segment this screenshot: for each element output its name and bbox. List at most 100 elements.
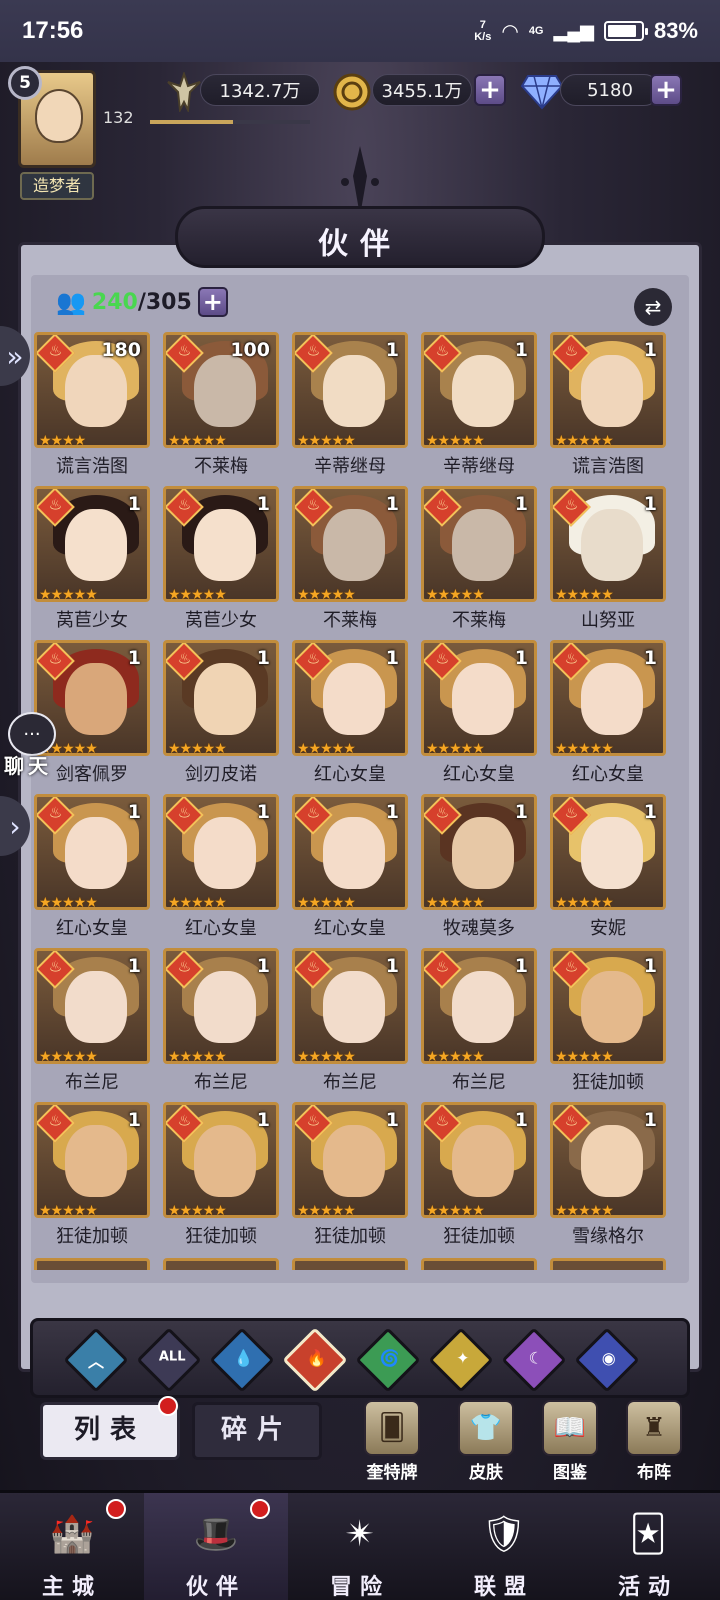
status-icons: 7 K/s ◠ 4G ▂▄▆ 83% <box>474 18 698 44</box>
nav-label: 伙伴 <box>185 1575 246 1600</box>
portrait-face <box>581 509 643 581</box>
network-type: 4G <box>528 25 544 37</box>
partner-card[interactable]: ♨ 1 ★★★★★ 辛蒂继母 <box>292 332 408 478</box>
catalog-button[interactable]: 📖 图鉴 <box>530 1400 610 1490</box>
star-rating-icon: ★★★★★ <box>555 433 614 448</box>
partner-name: 剑刃皮诺 <box>185 764 257 785</box>
partner-portrait: ♨ 1 ★★★★★ <box>550 640 666 756</box>
partner-card[interactable]: ♨ 1 ★★★★★ 红心女皇 <box>292 640 408 786</box>
partner-count: 1 <box>514 647 528 669</box>
partner-card[interactable]: ♨ 1 ★★★★★ 安妮 <box>550 794 666 940</box>
partner-card[interactable]: ♨ 1 ★★★★★ 狂徒加顿 <box>421 1102 537 1248</box>
castle-icon: 🏰 <box>49 1514 95 1555</box>
portrait-face <box>194 1125 256 1197</box>
resource-bar: 5 造梦者 132 1342.7万 3455.1万 + 5180 + <box>0 62 720 200</box>
nav-label: 主城 <box>41 1575 102 1600</box>
element-filter-bar: ︿ ALL 💧 🔥 🌀 ✦ ☾ ◉ <box>30 1318 690 1398</box>
partner-card[interactable]: ♨ 1 ★★★★★ 红心女皇 <box>34 794 150 940</box>
partner-portrait: ♨ 1 ★★★★★ <box>34 486 150 602</box>
portrait-face <box>65 1125 127 1197</box>
partner-count: 1 <box>643 801 657 823</box>
partner-card[interactable]: ♨ 1 ★★★★★ 布兰尼 <box>292 948 408 1094</box>
star-rating-icon: ★★★★★ <box>297 741 356 756</box>
add-gold-button[interactable]: + <box>474 74 506 106</box>
gold-value: 3455.1万 <box>372 74 472 106</box>
chat-button[interactable]: ··· 聊天 <box>4 712 62 778</box>
portrait-face <box>581 1125 643 1197</box>
partner-card[interactable]: ♨ 1 ★★★★★ 布兰尼 <box>34 948 150 1094</box>
partner-card[interactable]: ♨ 1 ★★★★★ 不莱梅 <box>292 486 408 632</box>
partner-name: 不莱梅 <box>452 610 506 631</box>
status-time: 17:56 <box>22 17 84 44</box>
card-deck-button[interactable]: 🂠 奎特牌 <box>352 1400 432 1490</box>
partner-card-cropped <box>421 1258 537 1270</box>
partner-card[interactable]: ♨ 1 ★★★★★ 红心女皇 <box>550 640 666 786</box>
partner-card[interactable]: ♨ 1 ★★★★★ 雪缘格尔 <box>550 1102 666 1248</box>
partner-card[interactable]: ♨ 1 ★★★★★ 不莱梅 <box>421 486 537 632</box>
partner-name: 红心女皇 <box>185 918 257 939</box>
skin-button[interactable]: 👕 皮肤 <box>446 1400 526 1490</box>
partner-card[interactable]: ♨ 1 ★★★★★ 狂徒加顿 <box>550 948 666 1094</box>
filter-water-drop-icon[interactable]: 💧 <box>209 1327 275 1393</box>
nav-label: 活动 <box>617 1575 678 1600</box>
nav-adventure[interactable]: ✴ 冒险 <box>288 1493 432 1600</box>
utility-label: 布阵 <box>637 1463 671 1483</box>
portrait-face <box>323 663 385 735</box>
partner-card[interactable]: ♨ 1 ★★★★★ 莴苣少女 <box>34 486 150 632</box>
capacity-separator: / <box>137 289 146 315</box>
partner-portrait: ♨ 1 ★★★★★ <box>163 640 279 756</box>
partner-card[interactable]: ♨ 1 ★★★★★ 剑刃皮诺 <box>163 640 279 786</box>
filter-light-icon[interactable]: ✦ <box>428 1327 494 1393</box>
filter-wind-icon[interactable]: 🌀 <box>355 1327 421 1393</box>
formation-button[interactable]: ♜ 布阵 <box>614 1400 694 1490</box>
light-icon: ✦ <box>456 1348 470 1368</box>
adventure-icon: ✴ <box>344 1513 376 1555</box>
partner-card[interactable]: ♨ 1 ★★★★★ 辛蒂继母 <box>421 332 537 478</box>
expand-capacity-button[interactable]: + <box>197 287 228 317</box>
nav-castle[interactable]: 🏰 主城 <box>0 1493 144 1600</box>
nav-partner-hat[interactable]: 🎩 伙伴 <box>144 1493 288 1600</box>
partner-card[interactable]: ♨ 1 ★★★★★ 红心女皇 <box>163 794 279 940</box>
planet-icon: ◉ <box>601 1348 616 1368</box>
partner-card[interactable]: ♨ 1 ★★★★★ 红心女皇 <box>421 640 537 786</box>
add-diamond-button[interactable]: + <box>650 74 682 106</box>
filter-all-icon[interactable]: ALL <box>136 1327 202 1393</box>
utility-label: 奎特牌 <box>366 1463 418 1483</box>
partner-card[interactable]: ♨ 1 ★★★★★ 布兰尼 <box>421 948 537 1094</box>
filter-chevron-up-icon[interactable]: ︿ <box>63 1327 129 1393</box>
partner-card[interactable]: ♨ 1 ★★★★★ 狂徒加顿 <box>163 1102 279 1248</box>
partner-portrait: ♨ 100 ★★★★★ <box>163 332 279 448</box>
portrait-face <box>452 817 514 889</box>
partner-count: 1 <box>643 647 657 669</box>
partner-count: 180 <box>101 339 141 361</box>
partner-card[interactable]: ♨ 100 ★★★★★ 不莱梅 <box>163 332 279 478</box>
notification-badge <box>250 1499 270 1519</box>
formation-icon: ♜ <box>626 1400 682 1456</box>
nav-alliance-shield[interactable]: 🛡 联盟 <box>432 1493 576 1600</box>
partner-card[interactable]: ♨ 1 ★★★★★ 狂徒加顿 <box>292 1102 408 1248</box>
partner-card[interactable]: ♨ 1 ★★★★★ 山努亚 <box>550 486 666 632</box>
skin-icon: 👕 <box>458 1400 514 1456</box>
partner-card[interactable]: ♨ 1 ★★★★★ 红心女皇 <box>292 794 408 940</box>
partner-card[interactable]: ♨ 1 ★★★★★ 布兰尼 <box>163 948 279 1094</box>
net-speed-unit: K/s <box>474 31 492 43</box>
filter-planet-icon[interactable]: ◉ <box>574 1327 640 1393</box>
tab-pieces[interactable]: 碎片 <box>192 1402 322 1460</box>
partner-portrait: ♨ 1 ★★★★★ <box>34 948 150 1064</box>
partner-card[interactable]: ♨ 1 ★★★★★ 莴苣少女 <box>163 486 279 632</box>
nav-activity-cards[interactable]: 🃏 活动 <box>576 1493 720 1600</box>
partner-name: 不莱梅 <box>323 610 377 631</box>
partner-card[interactable]: ♨ 180 ★★★★ 谎言浩图 <box>34 332 150 478</box>
portrait-face <box>581 355 643 427</box>
partner-card[interactable]: ♨ 1 ★★★★★ 狂徒加顿 <box>34 1102 150 1248</box>
partner-card[interactable]: ♨ 1 ★★★★★ 牧魂莫多 <box>421 794 537 940</box>
portrait-face <box>581 663 643 735</box>
partner-count: 1 <box>127 801 141 823</box>
star-rating-icon: ★★★★★ <box>426 587 485 602</box>
sort-toggle-button[interactable]: ⇄ <box>634 288 672 326</box>
player-level-badge: 5 <box>8 66 42 100</box>
partner-card[interactable]: ♨ 1 ★★★★★ 谎言浩图 <box>550 332 666 478</box>
filter-fire-icon[interactable]: 🔥 <box>282 1327 348 1393</box>
player-avatar-area[interactable]: 5 造梦者 <box>8 66 108 206</box>
filter-moon-icon[interactable]: ☾ <box>501 1327 567 1393</box>
